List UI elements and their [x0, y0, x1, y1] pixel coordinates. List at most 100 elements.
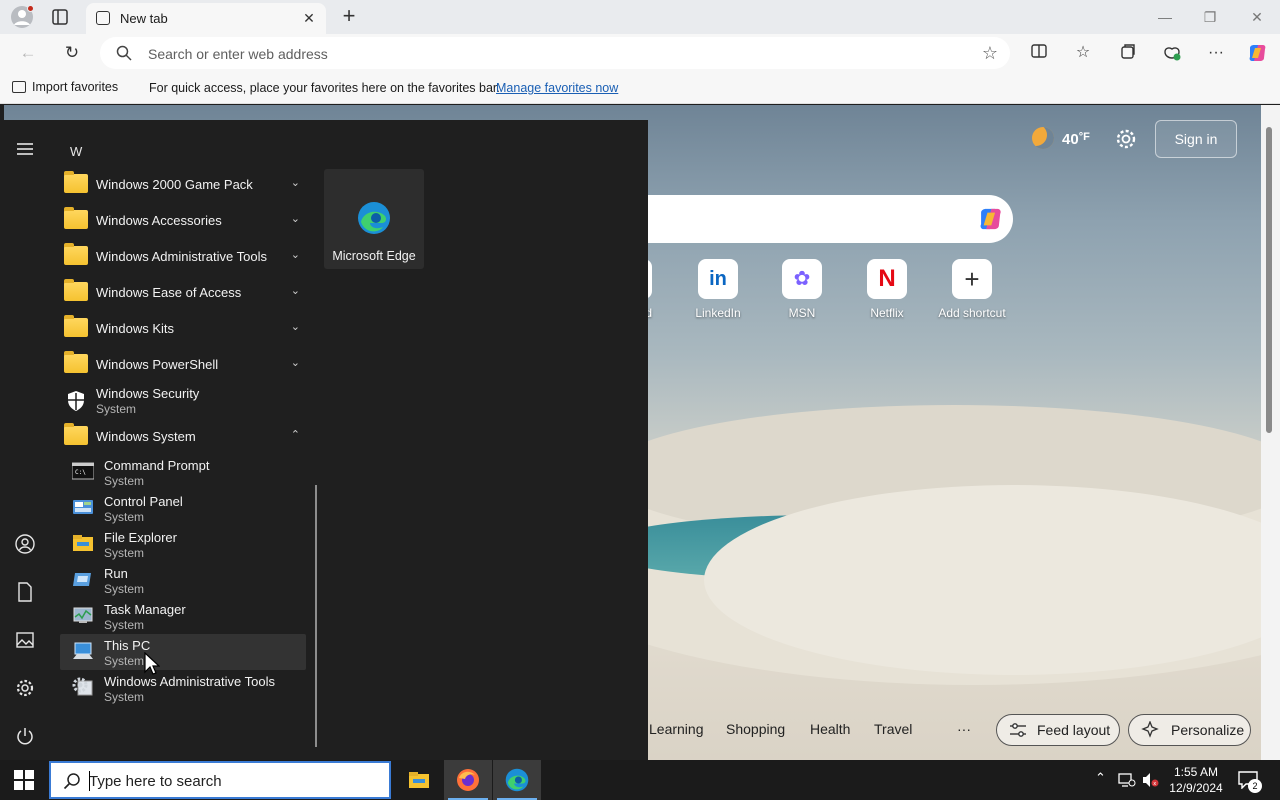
import-favorites-label: Import favorites — [32, 80, 119, 94]
collections-icon[interactable] — [1117, 42, 1139, 64]
import-icon — [12, 81, 26, 93]
power-icon[interactable] — [14, 725, 36, 747]
copilot-icon[interactable] — [1246, 42, 1268, 64]
folder-windows-administrative-tools[interactable]: Windows Administrative Tools ⌄ — [60, 238, 306, 274]
folder-windows-2000-game-pack[interactable]: Windows 2000 Game Pack ⌄ — [60, 166, 306, 202]
browser-essentials-icon[interactable] — [1161, 42, 1183, 64]
import-favorites-button[interactable]: Import favorites — [12, 80, 118, 94]
restore-button[interactable]: ❐ — [1197, 6, 1223, 28]
app-category: System — [104, 546, 145, 560]
tab-actions-icon[interactable] — [50, 7, 70, 27]
app-run[interactable]: Run System — [60, 562, 306, 598]
shortcut-label: Add shortcut — [938, 306, 1006, 320]
command-prompt-icon: C:\ — [72, 462, 94, 480]
shortcut-add[interactable]: + Add shortcut — [932, 259, 1012, 320]
app-task-manager[interactable]: Task Manager System — [60, 598, 306, 634]
settings-gear-icon[interactable] — [14, 677, 36, 699]
folder-windows-system[interactable]: Windows System ⌃ — [60, 418, 306, 454]
folder-icon — [64, 423, 88, 445]
text-caret — [89, 771, 90, 791]
edge-icon — [505, 768, 529, 792]
shield-icon — [68, 391, 84, 411]
taskbar-file-explorer[interactable] — [395, 760, 443, 800]
hamburger-menu-icon[interactable] — [14, 138, 36, 160]
taskbar-firefox[interactable] — [444, 760, 492, 800]
nav-travel[interactable]: Travel — [874, 721, 912, 737]
folder-windows-ease-of-access[interactable]: Windows Ease of Access ⌄ — [60, 274, 306, 310]
new-tab-page-icon — [96, 11, 110, 25]
app-file-explorer[interactable]: File Explorer System — [60, 526, 306, 562]
close-tab-icon[interactable]: ✕ — [300, 9, 318, 27]
back-button[interactable]: ← — [16, 41, 40, 65]
show-hidden-icons-chevron-icon[interactable]: ⌃ — [1095, 770, 1106, 786]
shortcut-linkedin[interactable]: in LinkedIn — [678, 259, 758, 320]
address-placeholder: Search or enter web address — [148, 46, 328, 62]
shortcut-msn[interactable]: ✿ MSN — [762, 259, 842, 320]
copilot-icon[interactable] — [975, 205, 1005, 233]
address-bar[interactable]: Search or enter web address ☆ — [100, 37, 1010, 69]
shortcut-netflix[interactable]: N Netflix — [847, 259, 927, 320]
nav-more-button[interactable]: ··· — [957, 721, 971, 737]
folder-windows-powershell[interactable]: Windows PowerShell ⌄ — [60, 346, 306, 382]
taskbar-edge[interactable] — [493, 760, 541, 800]
close-window-button[interactable]: ✕ — [1244, 6, 1270, 28]
shortcut-label: Netflix — [870, 306, 904, 320]
mouse-cursor-icon — [144, 652, 160, 675]
app-windows-security[interactable]: Windows Security System — [60, 382, 306, 418]
favorites-icon[interactable]: ☆ — [1072, 42, 1094, 64]
app-name: Windows Kits — [96, 321, 175, 336]
app-command-prompt[interactable]: C:\ Command Prompt System — [60, 454, 306, 490]
page-scrollbar[interactable] — [1261, 105, 1280, 760]
this-pc-icon — [73, 642, 93, 659]
file-explorer-icon — [409, 772, 429, 788]
app-this-pc[interactable]: This PC System — [60, 634, 306, 670]
split-screen-icon[interactable] — [1028, 42, 1050, 64]
file-explorer-icon — [73, 535, 93, 551]
user-account-icon[interactable] — [14, 533, 36, 555]
nav-learning[interactable]: Learning — [649, 721, 704, 737]
tab-new-tab[interactable]: New tab ✕ — [86, 3, 326, 34]
pinned-tile-microsoft-edge[interactable]: Microsoft Edge — [324, 169, 424, 269]
windows-start-icon[interactable] — [14, 770, 34, 790]
new-tab-button[interactable]: + — [338, 5, 360, 28]
personalize-label: Personalize — [1171, 722, 1245, 738]
network-icon[interactable] — [1118, 772, 1136, 788]
folder-icon — [64, 243, 88, 265]
app-windows-administrative-tools[interactable]: Windows Administrative Tools System — [60, 670, 306, 706]
start-menu: W Windows 2000 Game Pack ⌄ Windows Access… — [0, 120, 648, 760]
app-name: Windows Administrative Tools — [96, 249, 267, 264]
minimize-button[interactable]: — — [1152, 6, 1178, 28]
app-control-panel[interactable]: Control Panel System — [60, 490, 306, 526]
web-search-box[interactable] — [644, 195, 1013, 243]
profile-avatar-icon[interactable] — [10, 5, 34, 29]
taskbar-search-box[interactable]: Type here to search — [49, 761, 391, 799]
nav-shopping[interactable]: Shopping — [726, 721, 785, 737]
feed-layout-button[interactable]: Feed layout — [996, 714, 1120, 746]
search-icon — [116, 45, 132, 61]
manage-favorites-link[interactable]: Manage favorites now — [496, 81, 618, 95]
page-settings-gear-icon[interactable] — [1114, 127, 1138, 151]
pictures-icon[interactable] — [14, 629, 36, 651]
nav-health[interactable]: Health — [810, 721, 850, 737]
system-clock[interactable]: 1:55 AM 12/9/2024 — [1164, 764, 1228, 796]
sliders-icon — [1010, 723, 1026, 737]
app-list-scrollbar[interactable] — [315, 485, 317, 747]
app-name: Windows Administrative Tools — [104, 674, 275, 689]
volume-muted-icon[interactable]: x — [1142, 772, 1160, 788]
folder-windows-accessories[interactable]: Windows Accessories ⌄ — [60, 202, 306, 238]
folder-icon — [64, 315, 88, 337]
personalize-button[interactable]: Personalize — [1128, 714, 1251, 746]
notification-center-icon[interactable]: 2 — [1238, 771, 1262, 793]
refresh-button[interactable]: ↻ — [60, 41, 84, 65]
firefox-icon — [457, 769, 479, 791]
folder-windows-kits[interactable]: Windows Kits ⌄ — [60, 310, 306, 346]
sign-in-button[interactable]: Sign in — [1155, 120, 1237, 158]
documents-icon[interactable] — [14, 581, 36, 603]
favorites-bar-message: For quick access, place your favorites h… — [149, 81, 500, 95]
app-category: System — [104, 654, 145, 668]
add-favorite-star-icon[interactable]: ☆ — [982, 43, 998, 64]
more-menu-icon[interactable]: ··· — [1205, 42, 1227, 64]
scrollbar-thumb[interactable] — [1266, 127, 1272, 433]
app-category: System — [104, 618, 145, 632]
weather-widget[interactable]: 40°F — [1032, 127, 1090, 149]
